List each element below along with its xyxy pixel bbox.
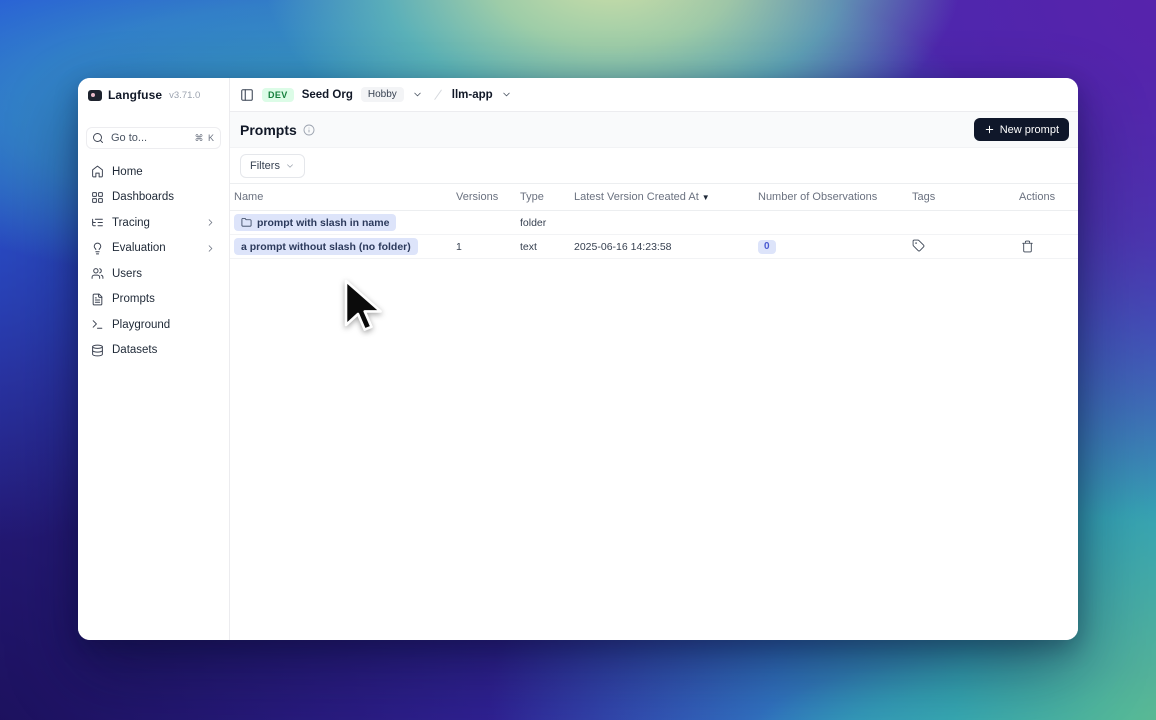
table-row[interactable]: prompt with slash in name folder xyxy=(230,211,1078,235)
new-prompt-label: New prompt xyxy=(1000,124,1059,136)
topbar: DEV Seed Org Hobby llm-app xyxy=(230,78,1078,112)
sidebar-item-playground[interactable]: Playground xyxy=(86,312,221,338)
column-header-observations[interactable]: Number of Observations xyxy=(758,191,912,203)
page-title: Prompts xyxy=(240,122,297,138)
home-icon xyxy=(91,165,104,178)
chevron-right-icon xyxy=(205,217,216,228)
prompt-folder-link[interactable]: prompt with slash in name xyxy=(234,214,396,231)
prompt-name: a prompt without slash (no folder) xyxy=(241,241,411,253)
sidebar-toggle-button[interactable] xyxy=(240,88,254,102)
plus-icon xyxy=(984,124,995,135)
sidebar-item-home[interactable]: Home xyxy=(86,159,221,185)
evaluation-icon xyxy=(91,242,104,255)
sidebar-item-users[interactable]: Users xyxy=(86,261,221,287)
sort-desc-indicator: ▼ xyxy=(702,193,710,202)
type-cell: folder xyxy=(520,217,574,229)
info-icon[interactable] xyxy=(303,124,315,136)
trash-icon[interactable] xyxy=(1021,240,1034,253)
sidebar-nav: Home Dashboards Tracing xyxy=(78,157,229,365)
type-cell: text xyxy=(520,241,574,253)
new-prompt-button[interactable]: New prompt xyxy=(974,118,1069,141)
tag-icon[interactable] xyxy=(912,239,925,252)
column-header-versions[interactable]: Versions xyxy=(456,191,520,203)
column-header-tags[interactable]: Tags xyxy=(912,191,1019,203)
sidebar-item-label: Prompts xyxy=(112,293,216,305)
column-header-name[interactable]: Name xyxy=(234,191,456,203)
main-content: DEV Seed Org Hobby llm-app Prompts xyxy=(230,78,1078,640)
actions-cell xyxy=(1019,240,1078,253)
search-icon xyxy=(92,132,104,144)
go-to-label: Go to... xyxy=(111,132,187,144)
sidebar-item-label: Users xyxy=(112,268,216,280)
table-header-row: Name Versions Type Latest Version Create… xyxy=(230,183,1078,211)
sidebar-item-datasets[interactable]: Datasets xyxy=(86,338,221,364)
project-name[interactable]: llm-app xyxy=(452,89,493,101)
sidebar-item-label: Dashboards xyxy=(112,191,216,203)
column-header-actions: Actions xyxy=(1019,191,1078,203)
tracing-icon xyxy=(91,216,104,229)
dashboards-icon xyxy=(91,191,104,204)
langfuse-app-window: Langfuse v3.71.0 Go to... ⌘ K Home xyxy=(78,78,1078,640)
prompts-icon xyxy=(91,293,104,306)
desktop-wallpaper: Langfuse v3.71.0 Go to... ⌘ K Home xyxy=(0,0,1156,720)
go-to-search[interactable]: Go to... ⌘ K xyxy=(86,127,221,149)
brand-name: Langfuse xyxy=(108,88,162,102)
latest-version-cell: 2025-06-16 14:23:58 xyxy=(574,241,758,253)
sidebar-item-evaluation[interactable]: Evaluation xyxy=(86,236,221,262)
sidebar-item-label: Home xyxy=(112,166,216,178)
sidebar-item-prompts[interactable]: Prompts xyxy=(86,287,221,313)
sidebar-item-tracing[interactable]: Tracing xyxy=(86,210,221,236)
datasets-icon xyxy=(91,344,104,357)
sidebar-item-label: Evaluation xyxy=(112,242,197,254)
org-dropdown-chevron-icon[interactable] xyxy=(412,89,423,100)
column-header-type[interactable]: Type xyxy=(520,191,574,203)
folder-icon xyxy=(241,217,252,228)
prompt-link[interactable]: a prompt without slash (no folder) xyxy=(234,238,418,255)
slash-separator-icon xyxy=(431,88,444,101)
sidebar: Langfuse v3.71.0 Go to... ⌘ K Home xyxy=(78,78,230,640)
prompts-table: Name Versions Type Latest Version Create… xyxy=(230,183,1078,259)
prompt-name: prompt with slash in name xyxy=(257,217,389,229)
filters-row: Filters xyxy=(230,148,1078,183)
page-header: Prompts New prompt xyxy=(230,112,1078,148)
org-name[interactable]: Seed Org xyxy=(302,89,353,101)
sidebar-item-label: Playground xyxy=(112,319,216,331)
go-to-shortcut: ⌘ K xyxy=(194,133,215,144)
observations-cell: 0 xyxy=(758,240,912,254)
sidebar-item-label: Datasets xyxy=(112,344,216,356)
brand-row: Langfuse v3.71.0 xyxy=(78,78,229,112)
langfuse-logo-icon xyxy=(88,90,102,101)
playground-icon xyxy=(91,318,104,331)
sidebar-item-label: Tracing xyxy=(112,217,197,229)
column-header-latest-version[interactable]: Latest Version Created At▼ xyxy=(574,191,758,203)
sidebar-item-dashboards[interactable]: Dashboards xyxy=(86,185,221,211)
tags-cell xyxy=(912,239,1019,255)
chevron-right-icon xyxy=(205,243,216,254)
observations-count-badge: 0 xyxy=(758,240,776,254)
chevron-down-icon xyxy=(285,161,295,171)
project-dropdown-chevron-icon[interactable] xyxy=(501,89,512,100)
plan-badge: Hobby xyxy=(361,87,404,102)
table-row[interactable]: a prompt without slash (no folder) 1 tex… xyxy=(230,235,1078,259)
env-badge: DEV xyxy=(262,88,294,102)
app-version: v3.71.0 xyxy=(169,90,200,101)
users-icon xyxy=(91,267,104,280)
filters-button[interactable]: Filters xyxy=(240,154,305,178)
filters-label: Filters xyxy=(250,160,280,172)
versions-cell: 1 xyxy=(456,241,520,253)
